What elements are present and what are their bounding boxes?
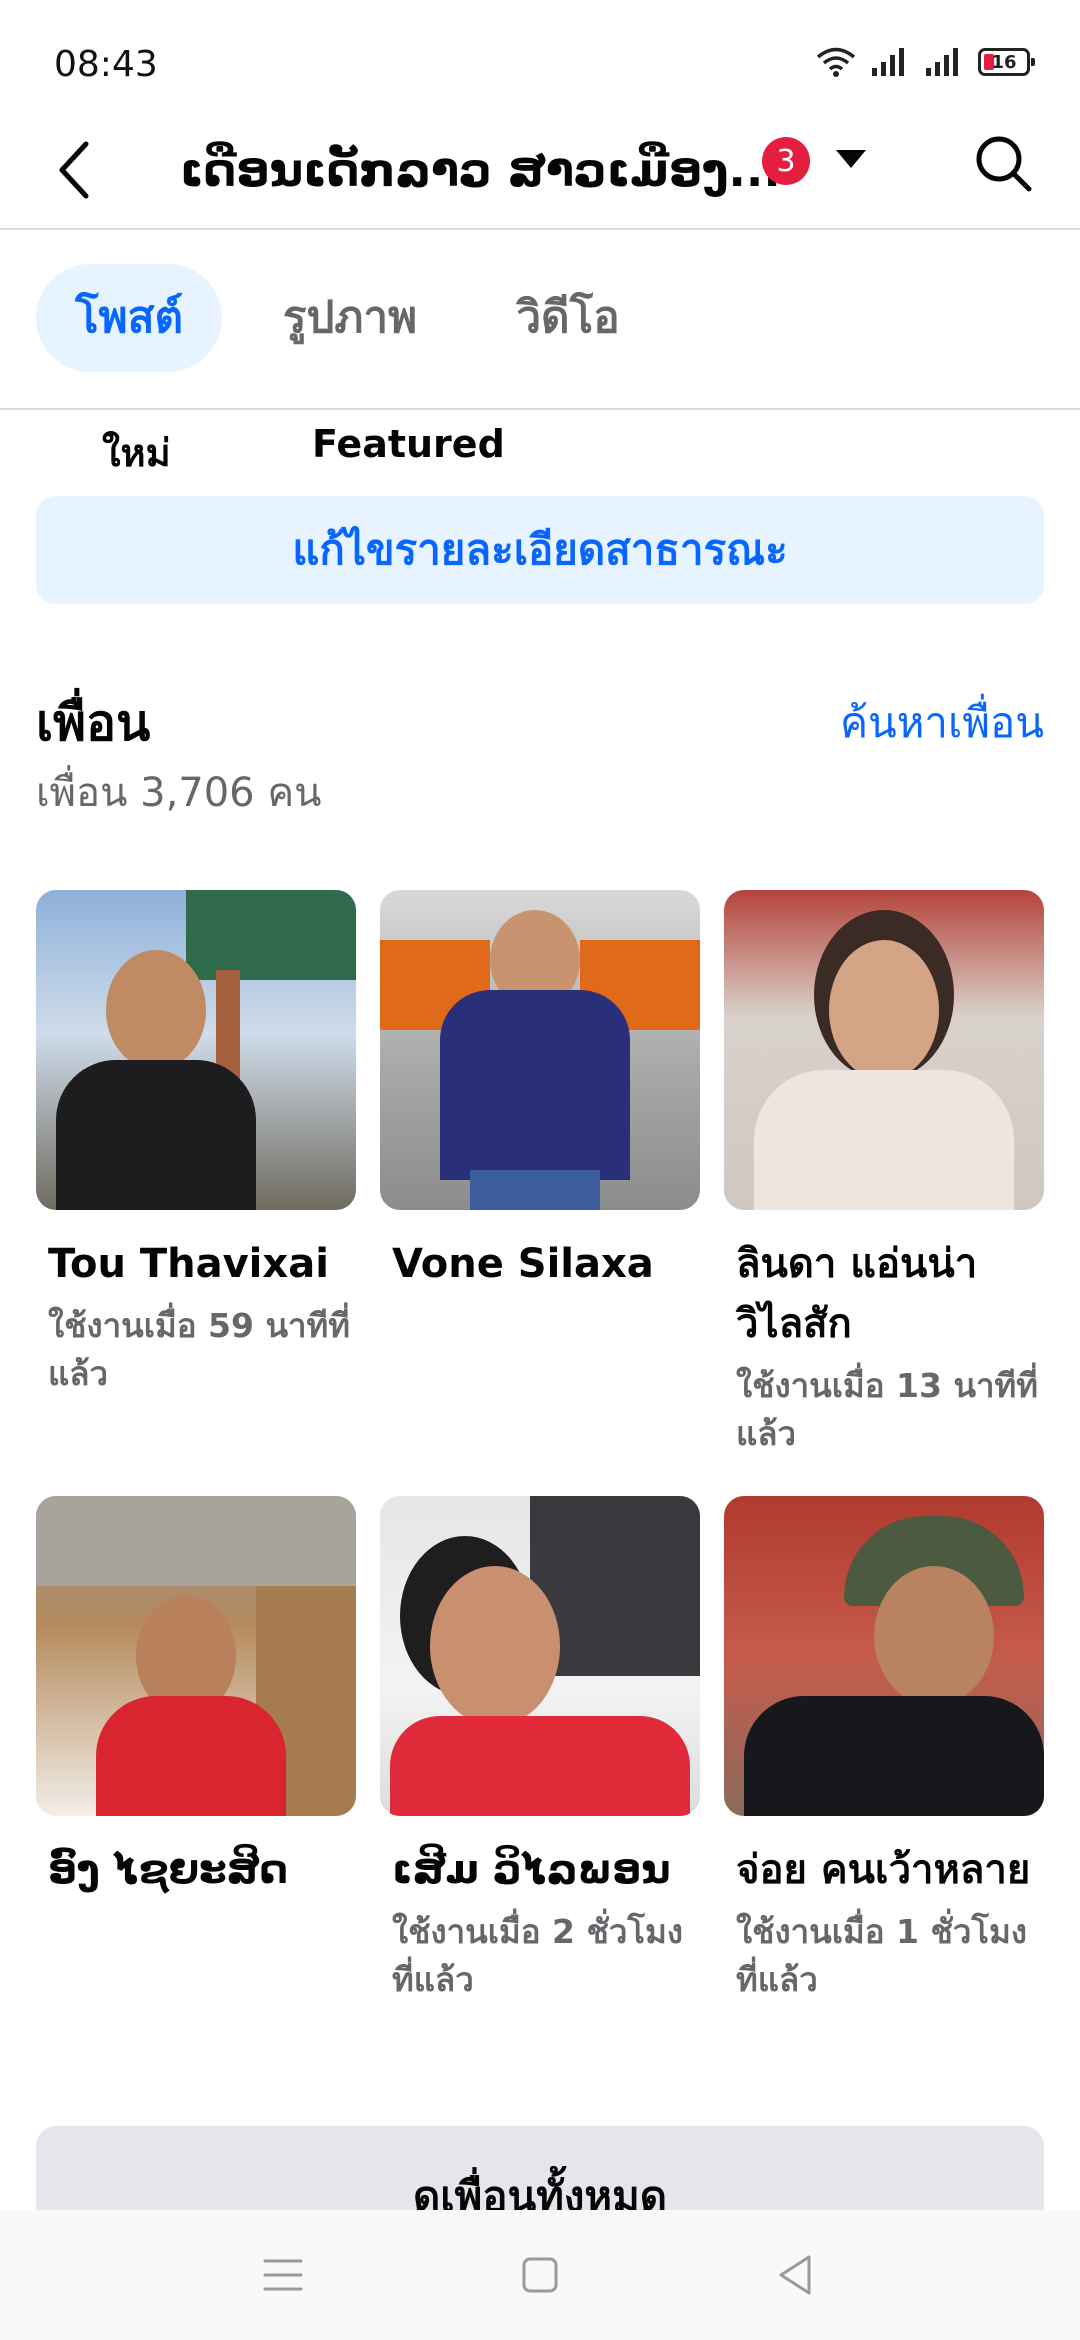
status-bar: 08:43 16 bbox=[0, 0, 1080, 120]
notification-badge: 3 bbox=[762, 137, 810, 185]
status-icons: 16 bbox=[816, 46, 1035, 78]
friend-status: ใช้งานเมื่อ 13 นาทีที่แล้ว bbox=[736, 1366, 1039, 1453]
wifi-icon bbox=[816, 47, 856, 77]
battery-icon: 16 bbox=[978, 48, 1035, 76]
friend-name[interactable]: จ่อย คนเว้าหลาย bbox=[724, 1840, 1044, 1900]
edit-public-details-button[interactable]: แก้ไขรายละเอียดสาธารณะ bbox=[36, 496, 1044, 604]
friend-card[interactable]: Tou Thavixai ใช้งานเมื่อ 59 นาทีที่แล้ว bbox=[36, 890, 356, 1398]
tab-photos[interactable]: รูปภาพ bbox=[262, 264, 438, 372]
system-back-button[interactable] bbox=[760, 2240, 830, 2310]
tab-posts[interactable]: โพสต์ bbox=[36, 264, 222, 372]
top-bar: ເດືອນເດັກລາວ ສາວເມືອງ... bbox=[0, 110, 1080, 230]
friend-avatar[interactable] bbox=[724, 890, 1044, 1210]
friends-section-title: เพื่อน bbox=[36, 694, 151, 752]
back-arrow-icon bbox=[59, 141, 89, 199]
back-button[interactable] bbox=[44, 130, 104, 210]
friend-name[interactable]: ອົງ ໄຊຍະສິດ bbox=[36, 1840, 356, 1900]
group-title[interactable]: ເດືອນເດັກລາວ ສາວເມືອງ... bbox=[180, 130, 781, 210]
home-button[interactable] bbox=[505, 2240, 575, 2310]
sub-tab-featured[interactable]: Featured bbox=[312, 422, 505, 466]
friend-name[interactable]: Vone Silaxa bbox=[380, 1234, 700, 1294]
friend-status: ใช้งานเมื่อ 2 ชั่วโมงที่แล้ว bbox=[392, 1912, 684, 1999]
friend-card[interactable]: จ่อย คนเว้าหลาย ใช้งานเมื่อ 1 ชั่วโมงที่… bbox=[724, 1496, 1044, 2004]
status-time: 08:43 bbox=[54, 44, 158, 85]
friend-avatar[interactable] bbox=[724, 1496, 1044, 1816]
search-button[interactable] bbox=[968, 128, 1038, 198]
system-nav-bar bbox=[0, 2210, 1080, 2340]
friend-card[interactable]: ลินดา แอ่นน่า วิไลสัก ใช้งานเมื่อ 13 นาท… bbox=[724, 890, 1044, 1458]
friend-name[interactable]: ເສີມ ວິໄລພອນ bbox=[380, 1840, 700, 1900]
find-friends-link[interactable]: ค้นหาเพื่อน bbox=[840, 690, 1044, 756]
friend-name[interactable]: Tou Thavixai bbox=[36, 1234, 356, 1294]
friend-avatar[interactable] bbox=[380, 1496, 700, 1816]
friend-card[interactable]: ອົງ ໄຊຍະສິດ bbox=[36, 1496, 356, 1908]
friends-count: เพื่อน 3,706 คน bbox=[36, 770, 322, 816]
friend-name[interactable]: ลินดา แอ่นน่า วิไลสัก bbox=[724, 1234, 1044, 1354]
friend-avatar[interactable] bbox=[380, 890, 700, 1210]
triangle-back-icon bbox=[779, 2255, 811, 2295]
tab-videos[interactable]: วิดีโอ bbox=[490, 264, 646, 372]
battery-level: 16 bbox=[991, 51, 1017, 73]
recents-button[interactable] bbox=[248, 2240, 318, 2310]
friend-card[interactable]: Vone Silaxa bbox=[380, 890, 700, 1302]
menu-icon bbox=[263, 2259, 303, 2291]
friend-avatar[interactable] bbox=[36, 1496, 356, 1816]
friend-status: ใช้งานเมื่อ 59 นาทีที่แล้ว bbox=[48, 1306, 351, 1393]
search-icon bbox=[976, 136, 1032, 192]
signal-icon-2 bbox=[926, 48, 958, 76]
friend-status: ใช้งานเมื่อ 1 ชั่วโมงที่แล้ว bbox=[736, 1912, 1028, 1999]
tabs-bar: โพสต์ รูปภาพ วิดีโอ bbox=[0, 232, 1080, 410]
friend-avatar[interactable] bbox=[36, 890, 356, 1210]
signal-icon bbox=[872, 48, 904, 76]
square-icon bbox=[522, 2257, 558, 2293]
sub-tabs: ใหม่ Featured bbox=[0, 412, 1080, 482]
caret-down-icon[interactable] bbox=[836, 150, 866, 168]
friend-card[interactable]: ເສີມ ວິໄລພອນ ใช้งานเมื่อ 2 ชั่วโมงที่แล้… bbox=[380, 1496, 700, 2004]
sub-tab-new[interactable]: ใหม่ bbox=[102, 422, 171, 483]
